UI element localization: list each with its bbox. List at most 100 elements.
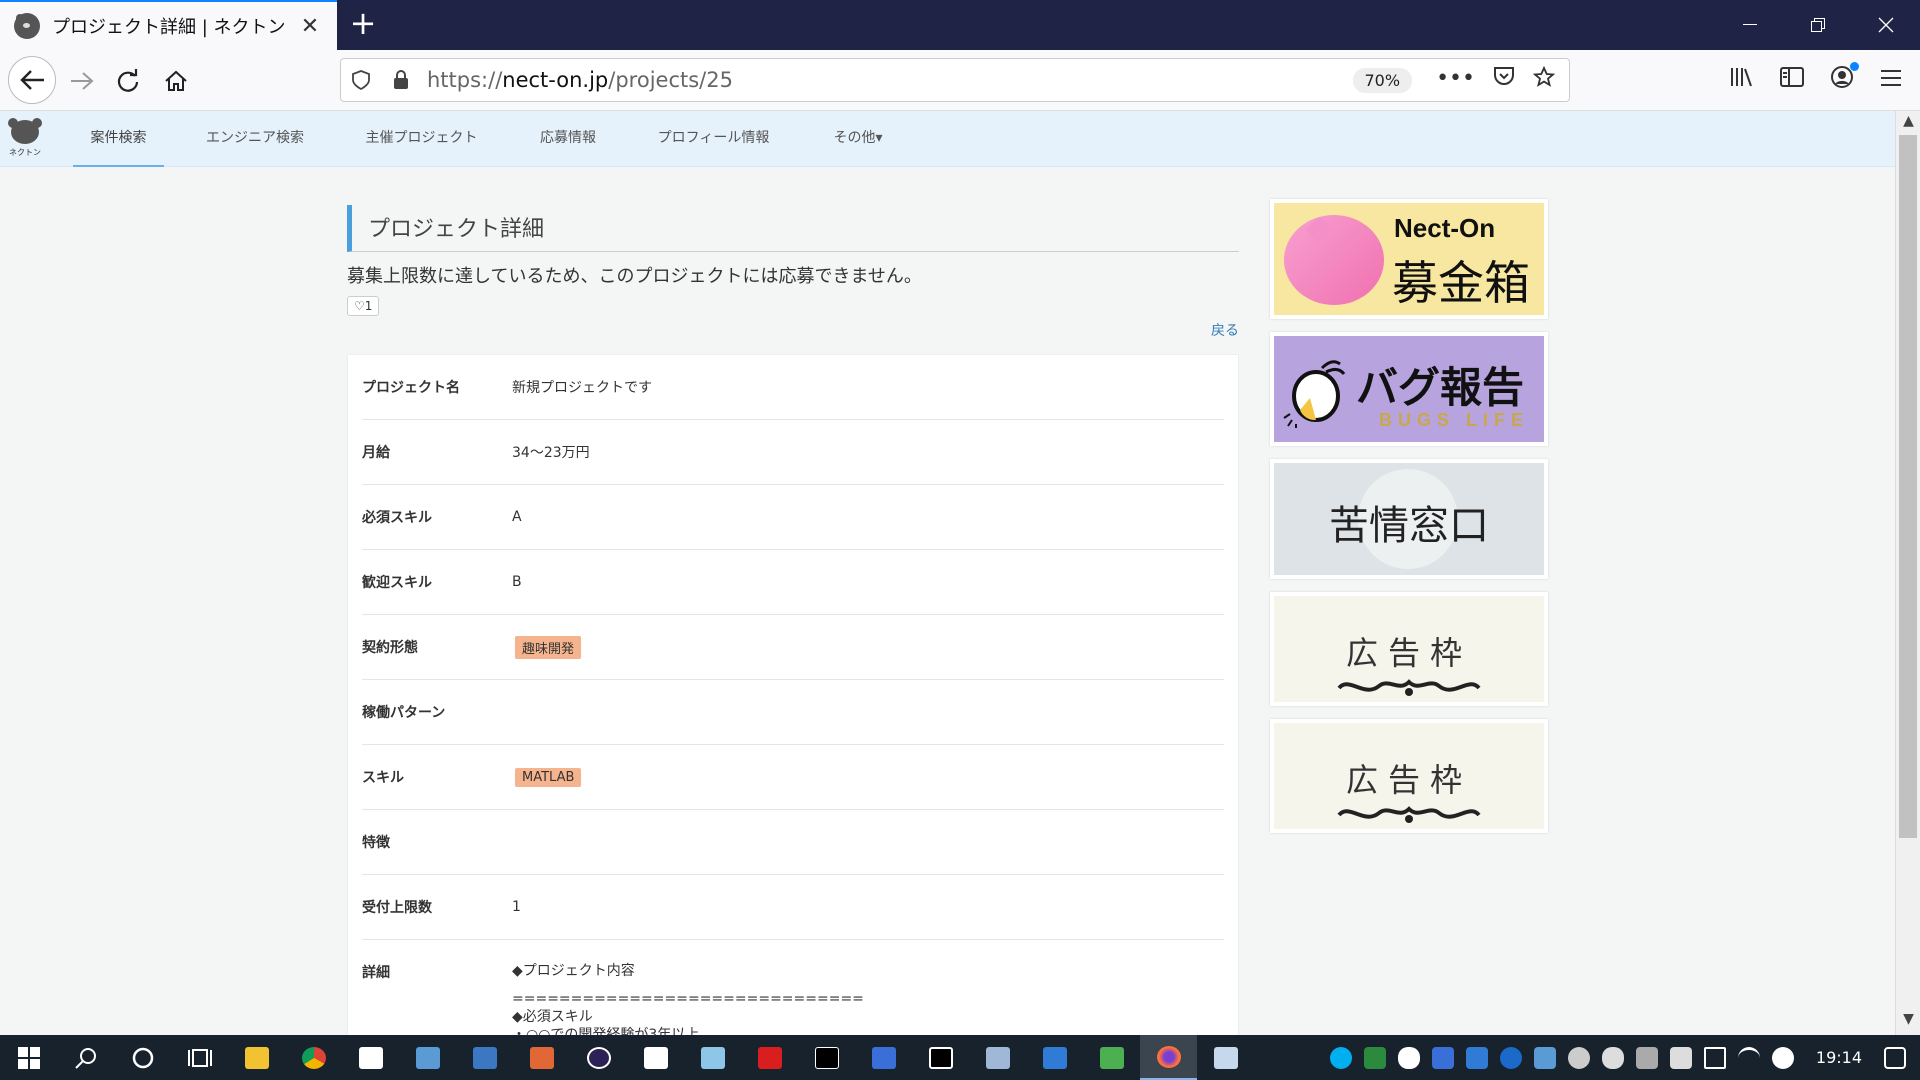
restore-button[interactable] — [1784, 0, 1852, 50]
paint-button[interactable] — [1197, 1035, 1254, 1080]
task-view-icon — [187, 1048, 212, 1067]
eclipse-icon — [586, 1046, 611, 1069]
shield-check-icon[interactable] — [1363, 1046, 1386, 1069]
site-logo[interactable]: ネクトン — [8, 118, 42, 160]
address-bar[interactable]: https://nect-on.jp/projects/25 70% ••• — [340, 58, 1570, 102]
cortana-button[interactable] — [114, 1035, 171, 1080]
table-row: スキル MATLAB — [362, 745, 1224, 810]
eclipse-button[interactable] — [570, 1035, 627, 1080]
firefox-button[interactable] — [1140, 1035, 1197, 1080]
wifi-icon[interactable] — [1737, 1046, 1760, 1069]
donation-banner[interactable]: Nect-On 募金箱 — [1270, 199, 1548, 319]
table-row: プロジェクト名 新規プロジェクトです — [362, 355, 1224, 420]
nav-engineer-search[interactable]: エンジニア検索 — [195, 111, 315, 167]
puzzle-icon[interactable] — [1431, 1046, 1454, 1069]
display-icon[interactable] — [1635, 1046, 1658, 1069]
system-tray: 19:14 — [1329, 1035, 1920, 1080]
firefox-icon — [1156, 1045, 1181, 1068]
sidebar-toggle-icon[interactable] — [1780, 66, 1804, 94]
chrome-button[interactable] — [285, 1035, 342, 1080]
battery-icon[interactable] — [1669, 1046, 1692, 1069]
puzzle-icon — [871, 1046, 896, 1069]
ad-slot-title: 広告枠 — [1345, 634, 1472, 672]
app-button[interactable] — [399, 1035, 456, 1080]
reload-button[interactable] — [106, 59, 150, 103]
shield-icon[interactable] — [341, 70, 381, 90]
minimize-button[interactable] — [1716, 0, 1784, 50]
app-tray-icon[interactable] — [1533, 1046, 1556, 1069]
file-explorer-button[interactable] — [228, 1035, 285, 1080]
browser-tab[interactable]: プロジェクト詳細 | ネクトン ✕ — [0, 0, 337, 50]
nav-hosted-projects[interactable]: 主催プロジェクト — [355, 111, 488, 167]
library-icon[interactable] — [1730, 66, 1754, 94]
new-tab-button[interactable]: + — [345, 6, 381, 42]
clock[interactable]: 19:14 — [1816, 1048, 1862, 1067]
page-actions-icon[interactable]: ••• — [1436, 66, 1475, 94]
lock-icon[interactable] — [381, 70, 421, 90]
app-button[interactable] — [855, 1035, 912, 1080]
url-text[interactable]: https://nect-on.jp/projects/25 — [427, 68, 1353, 92]
app-button[interactable] — [684, 1035, 741, 1080]
project-name-value: 新規プロジェクトです — [512, 380, 652, 396]
remote-desktop-button[interactable] — [969, 1035, 1026, 1080]
nav-project-search[interactable]: 案件検索 — [73, 111, 164, 167]
close-window-button[interactable] — [1852, 0, 1920, 50]
paint-icon — [1213, 1046, 1238, 1069]
field-label: スキル — [362, 770, 404, 786]
account-icon[interactable] — [1830, 62, 1859, 95]
app-button[interactable] — [912, 1035, 969, 1080]
bookmark-star-icon[interactable] — [1532, 65, 1556, 94]
mail-button[interactable] — [1026, 1035, 1083, 1080]
close-circle-icon[interactable] — [1771, 1046, 1794, 1069]
store-button[interactable] — [342, 1035, 399, 1080]
app-button[interactable] — [1083, 1035, 1140, 1080]
cloud-icon[interactable] — [1601, 1046, 1624, 1069]
page-scrollbar[interactable]: ▲ ▼ — [1895, 111, 1920, 1035]
app-button[interactable] — [627, 1035, 684, 1080]
scroll-thumb[interactable] — [1899, 135, 1917, 838]
back-button[interactable] — [8, 56, 56, 104]
complaint-banner[interactable]: 苦情窓口 — [1270, 459, 1548, 579]
notification-center-icon[interactable] — [1884, 1046, 1906, 1069]
volume-icon[interactable] — [1703, 1046, 1726, 1069]
back-link-text[interactable]: 戻る — [1211, 323, 1239, 339]
field-label: 必須スキル — [362, 510, 432, 526]
nav-applications[interactable]: 応募情報 — [527, 111, 609, 167]
matlab-button[interactable] — [513, 1035, 570, 1080]
sync-icon[interactable] — [1567, 1046, 1590, 1069]
bug-report-banner[interactable]: バグ報告 BUGS LIFE — [1270, 332, 1548, 446]
browser-titlebar: プロジェクト詳細 | ネクトン ✕ + — [0, 0, 1920, 50]
cloud-icon[interactable] — [1397, 1046, 1420, 1069]
project-detail-table: プロジェクト名 新規プロジェクトです 月給 34〜23万円 必須スキル A 歓迎… — [347, 354, 1239, 1035]
field-label: 受付上限数 — [362, 900, 432, 916]
like-button[interactable]: ♡1 — [347, 296, 380, 316]
ad-slot-banner[interactable]: 広告枠 — [1270, 592, 1548, 706]
zoom-level-badge[interactable]: 70% — [1352, 67, 1413, 93]
ad-slot-banner[interactable]: 広告枠 — [1270, 719, 1548, 833]
home-button[interactable] — [154, 59, 198, 103]
nav-more-dropdown[interactable]: その他▾ — [820, 111, 896, 167]
bluetooth-icon[interactable] — [1499, 1046, 1522, 1069]
scroll-down-icon[interactable]: ▼ — [1896, 1011, 1920, 1033]
field-label: 月給 — [362, 445, 390, 461]
search-button[interactable] — [57, 1035, 114, 1080]
back-link: 戻る — [347, 320, 1239, 340]
table-row: 月給 34〜23万円 — [362, 420, 1224, 485]
pocket-icon[interactable] — [1493, 66, 1515, 94]
onigiri-icon — [643, 1046, 668, 1069]
salary-value: 34〜23万円 — [512, 445, 590, 461]
tab-close-icon[interactable]: ✕ — [295, 14, 325, 39]
bug-report-title: バグ報告 — [1356, 363, 1525, 412]
scroll-up-icon[interactable]: ▲ — [1896, 113, 1920, 135]
app-button[interactable] — [456, 1035, 513, 1080]
menu-hamburger-icon[interactable] — [1880, 68, 1902, 93]
tab-title: プロジェクト詳細 | ネクトン — [52, 17, 286, 38]
start-button[interactable] — [0, 1035, 57, 1080]
forward-button[interactable] — [60, 59, 104, 103]
onedrive-icon[interactable] — [1465, 1046, 1488, 1069]
task-view-button[interactable] — [171, 1035, 228, 1080]
skype-icon[interactable] — [1329, 1046, 1352, 1069]
terminal-button[interactable] — [798, 1035, 855, 1080]
nav-profile[interactable]: プロフィール情報 — [648, 111, 779, 167]
app-button[interactable] — [741, 1035, 798, 1080]
